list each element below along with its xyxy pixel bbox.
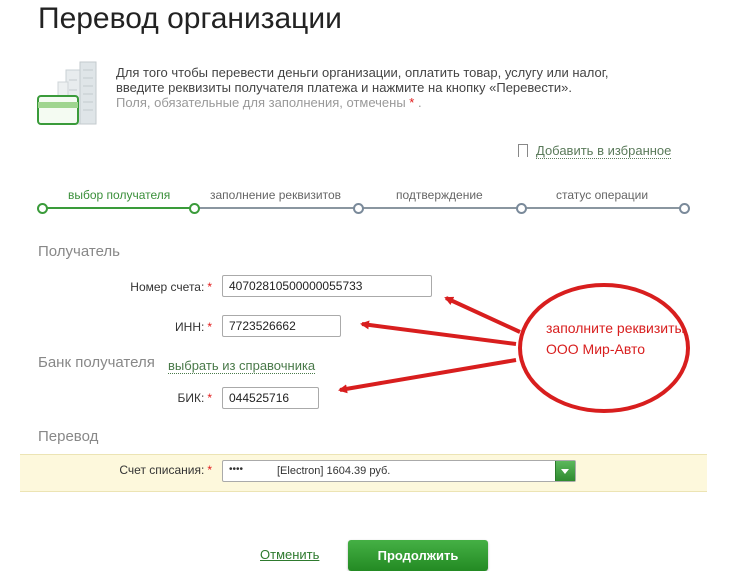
arrow-to-inn xyxy=(360,320,517,346)
arrow-to-account xyxy=(444,296,521,334)
annotation-arrows xyxy=(338,296,521,394)
annotation-text: заполните реквизиты ООО Мир-Авто xyxy=(546,320,685,357)
arrow-to-bik xyxy=(338,358,517,394)
